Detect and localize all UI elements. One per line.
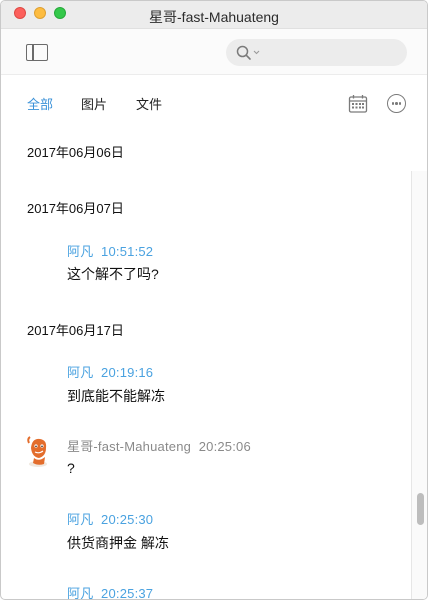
message-time: 20:25:30 xyxy=(101,512,154,527)
sender-name[interactable]: 阿凡 xyxy=(67,586,93,599)
sender-name[interactable]: 星哥-fast-Mahuateng xyxy=(67,439,191,454)
tab-images[interactable]: 图片 xyxy=(81,94,107,113)
scrollbar-thumb[interactable] xyxy=(417,493,424,525)
calendar-icon[interactable] xyxy=(348,94,368,114)
filter-tabs: 全部 图片 文件 xyxy=(1,75,427,125)
message-time: 10:51:52 xyxy=(101,244,154,259)
chat-history-list: 2017年06月06日 2017年06月07日 阿凡 10:51:52 这个解不… xyxy=(1,125,411,600)
title-bar[interactable]: 星哥-fast-Mahuateng xyxy=(1,1,427,29)
sender-name[interactable]: 阿凡 xyxy=(67,512,93,527)
message-header: 阿凡 20:19:16 xyxy=(67,362,153,381)
date-separator: 2017年06月06日 xyxy=(27,145,124,160)
sender-name[interactable]: 阿凡 xyxy=(67,244,93,259)
sidebar-icon[interactable] xyxy=(26,44,48,61)
message-header: 星哥-fast-Mahuateng 20:25:06 xyxy=(67,436,251,455)
message-text[interactable]: 到底能不能解冻 xyxy=(67,386,165,406)
message-time: 20:25:06 xyxy=(198,439,251,454)
message-header: 阿凡 20:25:30 xyxy=(67,509,153,528)
search-icon xyxy=(236,45,260,60)
chat-history-window: 星哥-fast-Mahuateng 全部 图片 文件 2017年06月06日 2… xyxy=(0,0,428,600)
search-input[interactable] xyxy=(226,39,407,66)
tab-files[interactable]: 文件 xyxy=(136,94,162,113)
toolbar xyxy=(1,29,427,75)
message-header: 阿凡 20:25:37 xyxy=(67,583,154,600)
vertical-scrollbar[interactable] xyxy=(411,171,427,599)
avatar[interactable] xyxy=(25,434,53,468)
message-text[interactable]: 这个解不了吗? xyxy=(67,264,159,284)
more-icon[interactable] xyxy=(387,94,406,113)
message-time: 20:25:37 xyxy=(101,586,154,600)
message-time: 20:19:16 xyxy=(101,365,154,380)
message-text[interactable]: ? xyxy=(67,460,75,476)
sender-name[interactable]: 阿凡 xyxy=(67,365,93,380)
date-separator: 2017年06月17日 xyxy=(27,323,124,338)
tab-all[interactable]: 全部 xyxy=(27,94,53,113)
message-header: 阿凡 10:51:52 xyxy=(67,241,153,260)
date-separator: 2017年06月07日 xyxy=(27,201,124,216)
window-title: 星哥-fast-Mahuateng xyxy=(149,9,279,25)
message-text[interactable]: 供货商押金 解冻 xyxy=(67,533,169,553)
